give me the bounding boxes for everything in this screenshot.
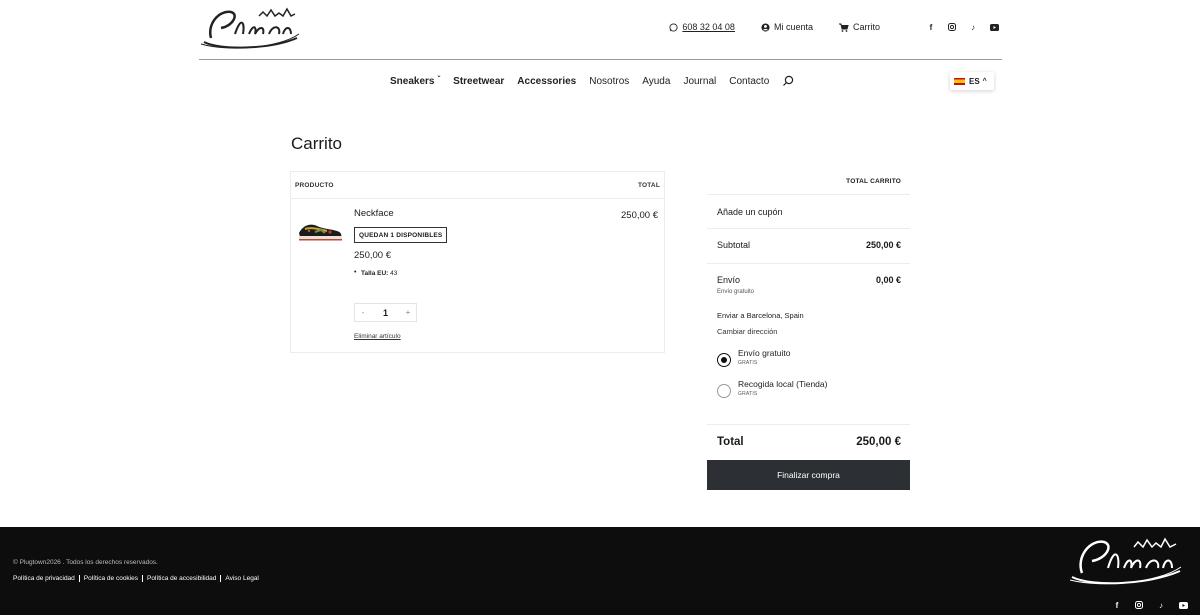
stock-badge: QUEDAN 1 DISPONIBLES [354,227,448,243]
shipping-option-pickup[interactable]: Recogida local (Tienda) GRATIS [717,379,901,398]
ship-to-address: Enviar a Barcelona, Spain [717,311,804,320]
privacy-policy-link[interactable]: Política de privacidad [13,575,79,582]
radio-unselected[interactable] [717,384,731,398]
header-socials: f ♪ [926,22,999,32]
total-value: 250,00 € [856,436,901,448]
account-label: Mi cuenta [773,22,813,32]
nav-item-journal[interactable]: Journal [683,76,716,87]
total-row: Total 250,00 € [707,425,910,457]
cart-table: PRODUCTO TOTAL Neckface QUEDAN 1 DISPONI… [290,171,665,353]
radio-selected[interactable] [717,353,731,367]
phone-link[interactable]: 608 32 04 08 [669,22,735,32]
phone-number: 608 32 04 08 [682,22,735,32]
nav-item-accessories[interactable]: Accessories [517,76,576,87]
site-footer: © Plugtown2026 . Todos los derechos rese… [0,527,1200,615]
plugtown-logo[interactable] [1068,533,1183,587]
shipping-option-label: Envío gratuito [738,348,791,358]
legal-notice-link[interactable]: Aviso Legal [220,575,263,582]
spain-flag-icon [954,77,965,85]
cart-icon [838,23,849,32]
totals-heading: TOTAL CARRITO [707,171,910,195]
quantity-increase-button[interactable]: + [400,308,416,317]
youtube-icon[interactable] [989,22,999,32]
quantity-stepper: - 1 + [354,303,417,322]
cart-totals: TOTAL CARRITO Añade un cupón Subtotal 25… [707,171,910,457]
shipping-option-free[interactable]: Envío gratuito GRATIS [717,348,901,367]
whatsapp-icon [669,22,678,32]
shipping-option-price: GRATIS [738,391,758,397]
shipping-method-note: Envío gratuito [717,289,755,295]
nav-label: Sneakers [390,75,435,87]
shipping-option-label: Recogida local (Tienda) [738,379,828,389]
nav-item-sneakers[interactable]: Sneakers ˇ [390,74,441,87]
checkout-button[interactable]: Finalizar compra [707,460,910,490]
facebook-icon[interactable]: f [926,22,936,32]
tiktok-icon[interactable]: ♪ [968,22,978,32]
line-total: 250,00 € [621,210,658,221]
quantity-input[interactable]: 1 [383,308,388,318]
copyright-text: © Plugtown2026 . Todos los derechos rese… [13,559,158,566]
language-selector[interactable]: ES ^ [950,72,994,90]
size-value: 43 [390,270,398,277]
cart-link[interactable]: Carrito [838,22,880,32]
instagram-icon[interactable] [947,22,957,32]
total-label: Total [717,436,744,448]
change-address-link[interactable]: Cambiar dirección [717,327,901,336]
nav-item-streetwear[interactable]: Streetwear [453,76,504,87]
shipping-section: Envío 0,00 € Envío gratuito Enviar a Bar… [707,264,910,425]
site-header: 608 32 04 08 Mi cuenta Carrito f ♪ [199,0,1002,60]
column-total: TOTAL [637,181,660,189]
subtotal-value: 250,00 € [865,240,901,250]
page-title: Carrito [291,134,343,153]
user-icon [761,22,770,32]
instagram-icon[interactable] [1134,600,1144,610]
nav-item-contacto[interactable]: Contacto [729,76,769,87]
main-nav: Sneakers ˇ Streetwear Accessories Nosotro… [0,72,1200,90]
add-coupon-toggle[interactable]: Añade un cupón [707,195,910,229]
product-name-link[interactable]: Neckface [354,208,394,219]
top-bar: 608 32 04 08 Mi cuenta Carrito f ♪ [669,22,1002,32]
search-icon[interactable] [782,75,794,87]
quantity-decrease-button[interactable]: - [355,308,371,317]
column-product: PRODUCTO [295,181,334,189]
footer-socials: f ♪ [1112,600,1188,610]
product-size: Talla EU: 43 [354,269,398,277]
cookie-policy-link[interactable]: Política de cookies [78,575,142,582]
accessibility-policy-link[interactable]: Política de accesibilidad [142,575,220,582]
tiktok-icon[interactable]: ♪ [1156,600,1166,610]
facebook-icon[interactable]: f [1112,600,1122,610]
product-image[interactable] [297,217,343,243]
shipping-label: Envío [717,275,741,285]
subtotal-row: Subtotal 250,00 € [707,229,910,264]
legal-links: Política de privacidad Política de cooki… [13,575,263,582]
cart-table-header: PRODUCTO TOTAL [291,172,664,199]
plugtown-logo[interactable] [199,4,301,52]
cart-label: Carrito [852,22,880,32]
shipping-option-price: GRATIS [738,360,758,366]
nav-item-nosotros[interactable]: Nosotros [589,76,629,87]
product-price: 250,00 € [354,250,391,261]
subtotal-label: Subtotal [717,240,751,250]
chevron-up-icon: ^ [982,77,987,85]
youtube-icon[interactable] [1178,600,1188,610]
shipping-value: 0,00 € [875,275,901,285]
language-code: ES [969,76,980,86]
nav-item-ayuda[interactable]: Ayuda [642,76,670,87]
chevron-down-icon: ˇ [437,74,441,84]
remove-item-link[interactable]: Eliminar artículo [354,333,401,340]
account-link[interactable]: Mi cuenta [761,22,813,32]
size-label: Talla EU: [361,270,389,277]
